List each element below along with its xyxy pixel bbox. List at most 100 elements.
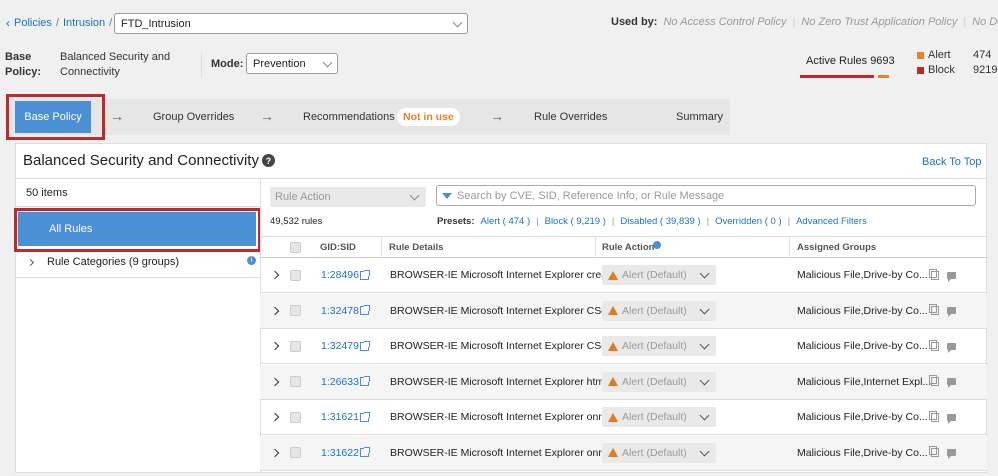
step-arrow: → bbox=[110, 108, 124, 124]
chevron-right-icon bbox=[26, 258, 35, 266]
step-base-policy[interactable]: Base Policy bbox=[15, 101, 91, 133]
external-link-icon[interactable] bbox=[360, 411, 370, 422]
divider: | bbox=[792, 16, 796, 28]
rule-details: BROWSER-IE Microsoft Internet Explorer o… bbox=[390, 446, 617, 459]
external-link-icon[interactable] bbox=[360, 376, 370, 386]
table-row[interactable]: 1:32479 BROWSER-IE Microsoft Internet Exp… bbox=[260, 329, 987, 364]
breadcrumb-policies[interactable]: Policies bbox=[14, 17, 52, 29]
rule-action-select[interactable]: Alert (Default) bbox=[602, 407, 716, 427]
divider: | bbox=[536, 216, 539, 227]
row-checkbox[interactable] bbox=[290, 411, 301, 423]
copy-icon[interactable] bbox=[929, 375, 939, 386]
mode-select[interactable]: Prevention bbox=[246, 53, 338, 74]
gid-sid-link[interactable]: 1:28496 bbox=[321, 269, 359, 281]
copy-icon[interactable] bbox=[929, 304, 939, 315]
copy-icon[interactable] bbox=[929, 339, 939, 351]
rule-action-select[interactable]: Alert (Default) bbox=[602, 300, 716, 321]
expand-row-icon[interactable] bbox=[270, 270, 280, 280]
panel-title: Balanced Security and Connectivity bbox=[23, 152, 259, 169]
gid-sid-link[interactable]: 1:31621 bbox=[321, 411, 359, 423]
rule-action-select[interactable]: Alert (Default) bbox=[602, 371, 716, 392]
step-rule-overrides[interactable]: Rule Overrides bbox=[534, 111, 607, 123]
expand-row-icon[interactable] bbox=[270, 412, 280, 422]
base-policy-label: Base Policy: bbox=[5, 51, 42, 78]
rule-action-select[interactable]: Alert (Default) bbox=[602, 442, 716, 463]
comment-icon[interactable] bbox=[947, 413, 956, 424]
copy-icon[interactable] bbox=[929, 446, 939, 457]
warning-icon bbox=[608, 306, 618, 315]
rule-details: BROWSER-IE Microsoft Internet Explorer h… bbox=[390, 375, 616, 388]
help-icon[interactable]: ? bbox=[262, 154, 275, 167]
table-row[interactable]: 1:26633 BROWSER-IE Microsoft Internet Exp… bbox=[260, 364, 987, 400]
info-icon[interactable] bbox=[653, 241, 661, 249]
header-action[interactable]: Rule Action bbox=[602, 242, 654, 253]
gid-sid-link[interactable]: 1:32479 bbox=[321, 340, 359, 352]
rule-action-value: Alert (Default) bbox=[622, 446, 687, 459]
search-input[interactable]: Search by CVE, SID, Reference Info, or R… bbox=[436, 185, 976, 206]
breadcrumb-intrusion[interactable]: Intrusion bbox=[63, 17, 105, 29]
table-row[interactable]: 1:32478 BROWSER-IE Microsoft Internet Exp… bbox=[260, 293, 987, 329]
step-recommendations[interactable]: Recommendations bbox=[303, 111, 395, 123]
preset-block[interactable]: Block ( 9,219 ) bbox=[545, 216, 606, 227]
chevron-down-icon bbox=[699, 446, 710, 456]
row-checkbox[interactable] bbox=[290, 447, 301, 458]
comment-icon[interactable] bbox=[947, 307, 956, 317]
preset-alert[interactable]: Alert ( 474 ) bbox=[481, 216, 531, 227]
table-row[interactable]: 1:31622 BROWSER-IE Microsoft Internet Exp… bbox=[260, 435, 987, 471]
divider bbox=[381, 237, 382, 258]
table-row[interactable]: 1:31621 BROWSER-IE Microsoft Internet Exp… bbox=[260, 400, 987, 435]
active-rules-label: Active Rules 9693 bbox=[806, 55, 895, 67]
warning-icon bbox=[608, 412, 618, 422]
comment-icon[interactable] bbox=[947, 271, 956, 282]
external-link-icon[interactable] bbox=[360, 305, 370, 315]
row-checkbox[interactable] bbox=[290, 376, 301, 387]
row-checkbox[interactable] bbox=[290, 340, 301, 352]
block-legend: Block 9219 bbox=[917, 64, 997, 76]
rule-action-select[interactable]: Alert (Default) bbox=[602, 265, 716, 285]
header-gid[interactable]: GID:SID bbox=[320, 242, 356, 253]
divider: | bbox=[963, 16, 967, 28]
rule-action-value: Alert (Default) bbox=[622, 411, 687, 423]
rule-action-filter[interactable]: Rule Action bbox=[270, 187, 426, 207]
gid-sid-link[interactable]: 1:31622 bbox=[321, 447, 359, 459]
assigned-groups: Malicious File,Drive-by Co... bbox=[797, 340, 928, 352]
info-icon[interactable]: i bbox=[247, 256, 256, 265]
gid-sid-link[interactable]: 1:32478 bbox=[321, 305, 359, 317]
row-checkbox[interactable] bbox=[290, 269, 301, 281]
sidebar-item-categories[interactable]: Rule Categories (9 groups) bbox=[26, 256, 179, 268]
used-by-label: Used by: bbox=[611, 16, 658, 28]
advanced-filters-link[interactable]: Advanced Filters bbox=[796, 216, 867, 227]
table-row[interactable]: 1:28496 BROWSER-IE Microsoft Internet Exp… bbox=[260, 258, 987, 293]
back-chevron-icon[interactable]: ‹ bbox=[6, 16, 10, 30]
comment-icon[interactable] bbox=[947, 378, 956, 388]
copy-icon[interactable] bbox=[929, 410, 939, 422]
policy-select[interactable]: FTD_Intrusion bbox=[114, 13, 468, 34]
chevron-down-icon bbox=[699, 339, 710, 350]
rule-action-value: Alert (Default) bbox=[622, 304, 687, 317]
preset-overridden[interactable]: Overridden ( 0 ) bbox=[715, 216, 782, 227]
row-checkbox[interactable] bbox=[290, 305, 301, 316]
header-groups[interactable]: Assigned Groups bbox=[797, 242, 876, 253]
expand-row-icon[interactable] bbox=[270, 306, 280, 315]
header-details[interactable]: Rule Details bbox=[389, 242, 443, 253]
expand-row-icon[interactable] bbox=[270, 377, 280, 386]
external-link-icon[interactable] bbox=[360, 447, 370, 457]
preset-disabled[interactable]: Disabled ( 39,839 ) bbox=[620, 216, 700, 227]
rule-action-select[interactable]: Alert (Default) bbox=[602, 336, 716, 356]
back-to-top-link[interactable]: Back To Top bbox=[922, 156, 982, 168]
warning-icon bbox=[608, 377, 618, 386]
external-link-icon[interactable] bbox=[360, 340, 370, 351]
expand-row-icon[interactable] bbox=[270, 341, 280, 351]
divider bbox=[16, 178, 986, 179]
select-all-checkbox[interactable] bbox=[290, 242, 301, 253]
rule-action-value: Alert (Default) bbox=[622, 375, 687, 388]
gid-sid-link[interactable]: 1:26633 bbox=[321, 376, 359, 388]
expand-row-icon[interactable] bbox=[270, 448, 280, 457]
copy-icon[interactable] bbox=[929, 268, 939, 280]
comment-icon[interactable] bbox=[947, 342, 956, 353]
comment-icon[interactable] bbox=[947, 449, 956, 459]
step-group-overrides[interactable]: Group Overrides bbox=[153, 111, 234, 123]
step-summary[interactable]: Summary bbox=[676, 111, 723, 123]
alert-legend: Alert 474 bbox=[917, 49, 991, 61]
external-link-icon[interactable] bbox=[360, 269, 370, 280]
